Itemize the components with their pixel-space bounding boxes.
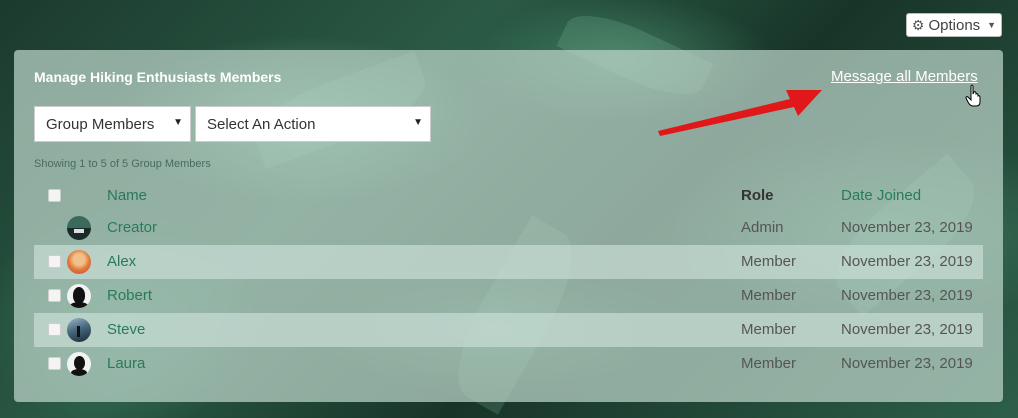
member-name-link[interactable]: Creator (107, 219, 157, 236)
avatar-badge (74, 229, 84, 233)
column-header-date-joined[interactable]: Date Joined (841, 187, 921, 204)
member-date-joined: November 23, 2019 (841, 355, 973, 372)
member-name-link[interactable]: Steve (107, 321, 145, 338)
member-role: Admin (741, 219, 784, 236)
chevron-down-icon: ▼ (413, 117, 423, 128)
options-button[interactable]: ⚙ Options ▼ (906, 13, 1002, 37)
member-date-joined: November 23, 2019 (841, 253, 973, 270)
members-panel: Manage Hiking Enthusiasts Members Messag… (14, 50, 1003, 402)
chevron-down-icon: ▼ (173, 117, 183, 128)
avatar-figure (77, 326, 80, 337)
member-name-link[interactable]: Alex (107, 253, 136, 270)
select-all-checkbox[interactable] (48, 189, 61, 202)
member-name-link[interactable]: Robert (107, 287, 152, 304)
table-row: Alex Member November 23, 2019 (34, 245, 983, 279)
member-role: Member (741, 253, 797, 270)
group-members-select-value: Group Members (46, 115, 155, 133)
row-checkbox[interactable] (48, 289, 61, 302)
avatar (67, 318, 91, 342)
hand-pointer-icon (965, 84, 981, 107)
member-role: Member (741, 321, 797, 338)
avatar (67, 352, 91, 376)
results-count: Showing 1 to 5 of 5 Group Members (34, 158, 211, 170)
table-row: Steve Member November 23, 2019 (34, 313, 983, 347)
row-checkbox[interactable] (48, 255, 61, 268)
avatar (67, 250, 91, 274)
avatar (67, 284, 91, 308)
message-all-members-link[interactable]: Message all Members (831, 68, 978, 85)
member-date-joined: November 23, 2019 (841, 287, 973, 304)
options-label: Options (928, 16, 981, 34)
table-row: Robert Member November 23, 2019 (34, 279, 983, 313)
member-role: Member (741, 287, 797, 304)
member-name-link[interactable]: Laura (107, 355, 145, 372)
avatar-silhouette (74, 356, 85, 370)
gear-icon: ⚙ (911, 16, 925, 33)
table-row: Creator Admin November 23, 2019 (34, 211, 983, 245)
action-select-value: Select An Action (207, 115, 316, 133)
avatar-silhouette (70, 302, 88, 308)
table-row: Laura Member November 23, 2019 (34, 347, 983, 381)
row-checkbox[interactable] (48, 323, 61, 336)
action-select[interactable]: Select An Action ▼ (195, 106, 431, 142)
page-title: Manage Hiking Enthusiasts Members (34, 69, 282, 85)
member-date-joined: November 23, 2019 (841, 219, 973, 236)
avatar (67, 216, 91, 240)
avatar-silhouette (73, 287, 85, 303)
column-header-name[interactable]: Name (107, 187, 147, 204)
member-date-joined: November 23, 2019 (841, 321, 973, 338)
caret-down-icon: ▼ (987, 20, 997, 30)
column-header-role: Role (741, 187, 774, 204)
group-members-select[interactable]: Group Members ▼ (34, 106, 191, 142)
row-checkbox[interactable] (48, 357, 61, 370)
avatar-silhouette (71, 369, 87, 376)
member-role: Member (741, 355, 797, 372)
annotation-arrow (658, 90, 822, 136)
